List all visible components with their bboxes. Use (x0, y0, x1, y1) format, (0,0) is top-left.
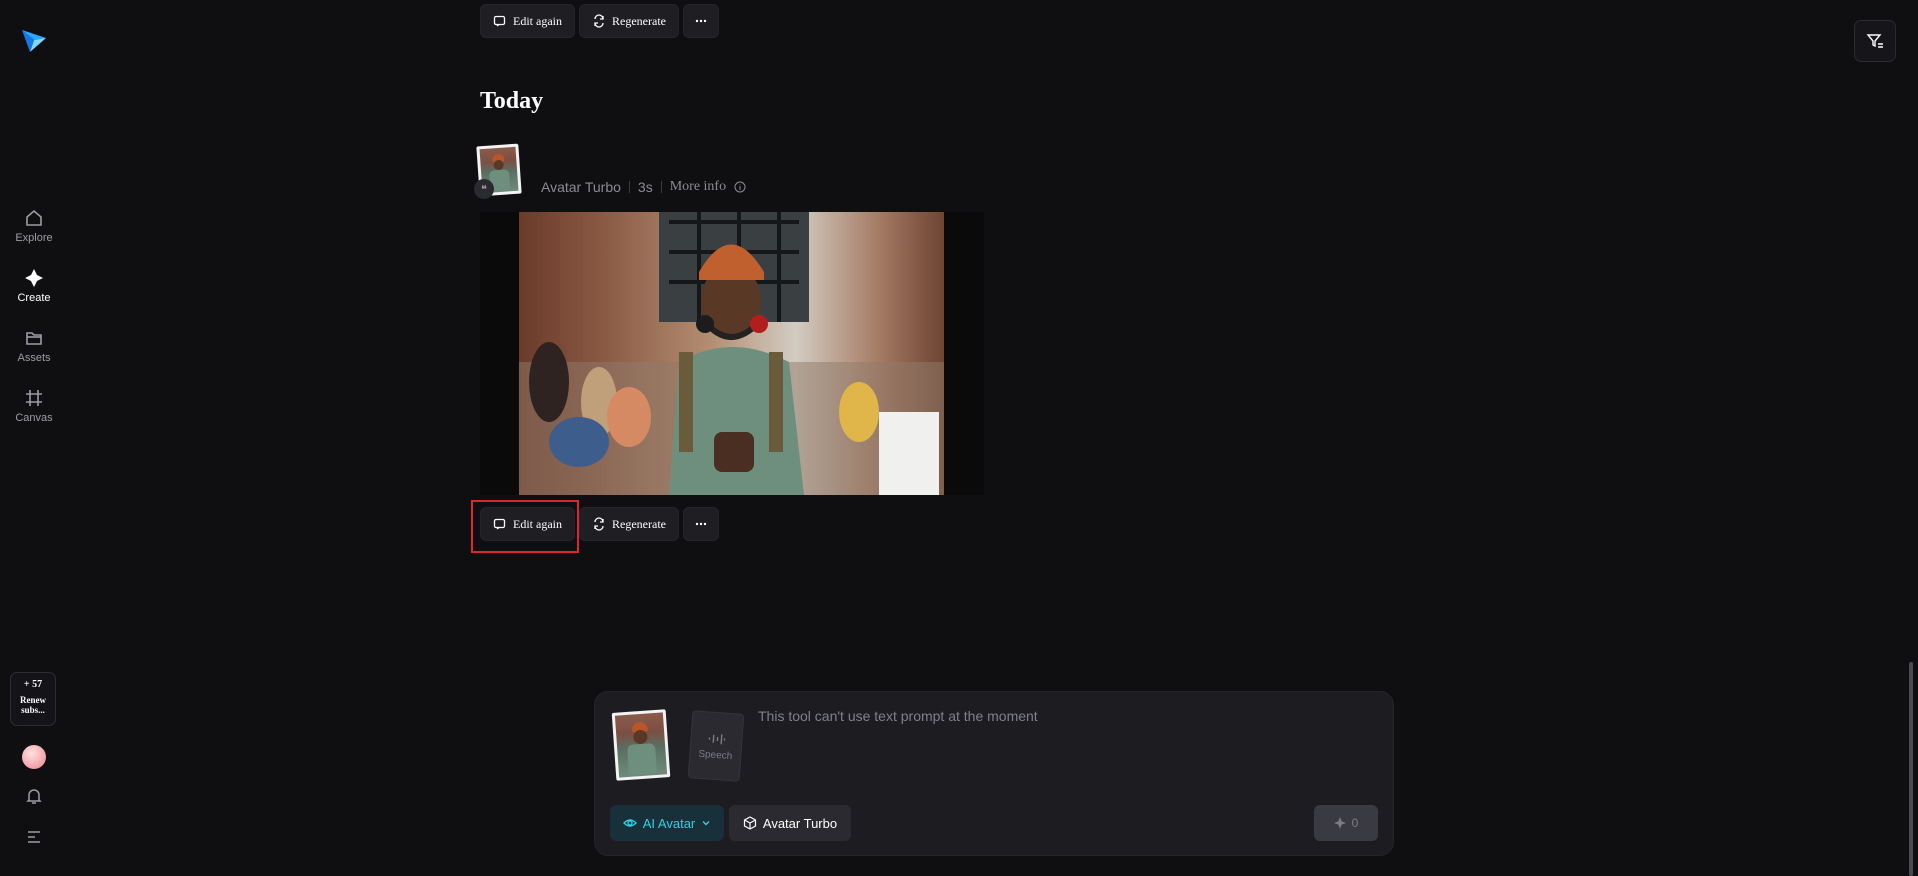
duration: 3s (637, 179, 653, 195)
regenerate-label: Regenerate (612, 13, 666, 28)
refresh-icon (594, 14, 604, 28)
quote-icon: ❝ (474, 179, 494, 199)
mode-dropdown[interactable]: AI Avatar (610, 805, 724, 841)
model-selector-button[interactable]: Avatar Turbo (729, 805, 851, 841)
credits-count: + 57 (23, 679, 43, 690)
divider (628, 181, 630, 193)
renew-subscription-link: Renew subs... (20, 695, 46, 715)
home-icon (26, 209, 42, 226)
chevron-down-icon (702, 821, 710, 826)
filter-button[interactable] (1854, 20, 1896, 62)
edit-again-button-top[interactable]: Edit again (480, 4, 575, 38)
menu-icon[interactable] (24, 827, 44, 847)
prompt-input[interactable]: This tool can't use text prompt at the m… (758, 708, 1038, 724)
sidebar-item-create[interactable]: Create (0, 268, 68, 304)
generated-avatar-video[interactable] (519, 212, 944, 495)
eye-icon (622, 819, 637, 827)
model-name: Avatar Turbo (541, 179, 621, 195)
app-logo-icon[interactable] (20, 26, 48, 54)
edit-again-label: Edit again (513, 516, 562, 531)
regenerate-label: Regenerate (612, 516, 666, 531)
more-info-link[interactable]: More info (670, 179, 726, 195)
generate-button[interactable]: 0 (1314, 805, 1378, 841)
sidebar-item-assets[interactable]: Assets (0, 328, 68, 364)
generation-meta: Avatar Turbo 3s More info (541, 179, 746, 195)
sidebar-item-label: Assets (17, 352, 51, 364)
divider (660, 181, 662, 193)
filter-icon (1866, 34, 1883, 48)
edit-icon (493, 15, 506, 27)
grid-icon (26, 390, 42, 406)
edit-icon (493, 518, 506, 530)
mode-label: AI Avatar (642, 815, 696, 831)
edit-again-button[interactable]: Edit again (480, 507, 575, 541)
more-icon (695, 522, 707, 526)
speech-input-card[interactable]: Speech (687, 710, 745, 782)
generate-cost: 0 (1351, 816, 1359, 830)
sidebar-item-canvas[interactable]: Canvas (0, 388, 68, 424)
regenerate-button[interactable]: Regenerate (579, 507, 679, 541)
more-options-button[interactable] (683, 507, 719, 541)
model-label: Avatar Turbo (762, 815, 838, 831)
sidebar-item-label: Canvas (15, 412, 53, 424)
sidebar-item-label: Create (17, 292, 51, 304)
scrollbar[interactable] (1909, 662, 1913, 876)
sparkle-icon (25, 269, 43, 287)
more-icon (695, 19, 707, 23)
section-title: Today (480, 88, 544, 114)
waveform-icon (708, 733, 726, 744)
sidebar: Explore Create Assets Canvas + 57 Renew … (0, 0, 68, 876)
avatar-input-thumbnail[interactable] (611, 709, 671, 781)
sidebar-item-label: Explore (15, 232, 53, 244)
credits-badge[interactable]: + 57 Renew subs... (10, 672, 56, 726)
refresh-icon (594, 517, 604, 531)
cube-icon (743, 816, 756, 830)
sidebar-item-explore[interactable]: Explore (0, 208, 68, 244)
regenerate-button-top[interactable]: Regenerate (579, 4, 679, 38)
edit-again-label: Edit again (513, 13, 562, 28)
speech-label: Speech (698, 748, 733, 762)
bell-icon[interactable] (24, 786, 44, 806)
info-icon (734, 181, 746, 193)
avatar-scene-image (519, 212, 944, 495)
avatar[interactable] (22, 745, 46, 769)
sparkle-icon (1333, 817, 1346, 829)
folder-icon (26, 332, 42, 345)
more-options-button-top[interactable] (683, 4, 719, 38)
